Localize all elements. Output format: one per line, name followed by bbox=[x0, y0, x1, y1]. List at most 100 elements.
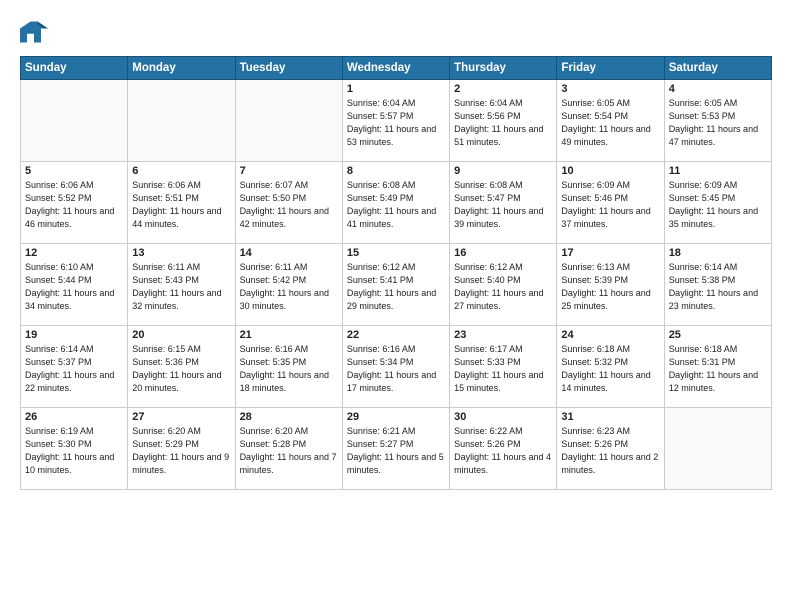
cell-details: Sunrise: 6:13 AM Sunset: 5:39 PM Daylight:… bbox=[561, 261, 659, 313]
calendar-cell: 18 Sunrise: 6:14 AMSunset: 5:38 PMDayligh… bbox=[664, 244, 771, 326]
sunrise-text: Sunrise: 6:20 AM bbox=[240, 426, 309, 436]
weekday-header: Sunday bbox=[21, 57, 128, 80]
sunset-text: Sunset: 5:37 PM bbox=[25, 357, 92, 367]
sunrise-text: Sunrise: 6:05 AM bbox=[669, 98, 738, 108]
daylight-text: Daylight: 11 hours and 35 minutes. bbox=[669, 206, 758, 229]
calendar-cell bbox=[664, 408, 771, 490]
cell-details: Sunrise: 6:11 AMSunset: 5:42 PMDaylight:… bbox=[240, 261, 338, 313]
calendar-cell: 8Sunrise: 6:08 AMSunset: 5:49 PMDaylight… bbox=[342, 162, 449, 244]
calendar-cell bbox=[128, 80, 235, 162]
calendar-cell: 4Sunrise: 6:05 AMSunset: 5:53 PMDaylight… bbox=[664, 80, 771, 162]
cell-details: Sunrise: 6:08 AMSunset: 5:47 PMDaylight:… bbox=[454, 179, 552, 231]
daylight-text: Daylight: 11 hours and 18 minutes. bbox=[240, 370, 329, 393]
daylight-text: Daylight: 11 hours and 7 minutes. bbox=[240, 452, 337, 475]
cell-details: Sunrise: 6:17 AMSunset: 5:33 PMDaylight:… bbox=[454, 343, 552, 395]
sunset-text: Sunset: 5:57 PM bbox=[347, 111, 414, 121]
calendar-cell: 11Sunrise: 6:09 AMSunset: 5:45 PMDayligh… bbox=[664, 162, 771, 244]
sunset-text: Sunset: 5:39 PM bbox=[561, 275, 628, 285]
calendar-cell: 14Sunrise: 6:11 AMSunset: 5:42 PMDayligh… bbox=[235, 244, 342, 326]
cell-details: Sunrise: 6:12 AM Sunset: 5:41 PM Daylight:… bbox=[347, 261, 445, 313]
day-number: 28 bbox=[240, 411, 338, 423]
cell-details: Sunrise: 6:06 AMSunset: 5:52 PMDaylight:… bbox=[25, 179, 123, 231]
calendar-table: SundayMondayTuesdayWednesdayThursdayFrid… bbox=[20, 56, 772, 490]
daylight-text: Daylight: 11 hours and 39 minutes. bbox=[454, 206, 543, 229]
day-number: 23 bbox=[454, 329, 552, 341]
daylight-text: Daylight: 11 hours and 29 minutes. bbox=[347, 288, 436, 311]
calendar-header-row: SundayMondayTuesdayWednesdayThursdayFrid… bbox=[21, 57, 772, 80]
daylight-text: Daylight: 11 hours and 42 minutes. bbox=[240, 206, 329, 229]
sunset-text: Sunset: 5:30 PM bbox=[25, 439, 92, 449]
header bbox=[20, 18, 772, 46]
daylight-text: Daylight: 11 hours and 34 minutes. bbox=[25, 288, 114, 311]
cell-details: Sunrise: 6:07 AMSunset: 5:50 PMDaylight:… bbox=[240, 179, 338, 231]
calendar-cell: 30Sunrise: 6:22 AMSunset: 5:26 PMDayligh… bbox=[450, 408, 557, 490]
day-number: 10 bbox=[561, 165, 659, 177]
daylight-text: Daylight: 11 hours and 25 minutes. bbox=[561, 288, 650, 311]
daylight-text: Daylight: 11 hours and 12 minutes. bbox=[669, 370, 758, 393]
cell-details: Sunrise: 6:23 AMSunset: 5:26 PMDaylight:… bbox=[561, 425, 659, 477]
daylight-text: Daylight: 11 hours and 32 minutes. bbox=[132, 288, 221, 311]
cell-details: Sunrise: 6:14 AMSunset: 5:37 PMDaylight:… bbox=[25, 343, 123, 395]
day-number: 22 bbox=[347, 329, 445, 341]
sunset-text: Sunset: 5:51 PM bbox=[132, 193, 199, 203]
day-number: 3 bbox=[561, 83, 659, 95]
calendar-cell: 28Sunrise: 6:20 AMSunset: 5:28 PMDayligh… bbox=[235, 408, 342, 490]
daylight-text: Daylight: 11 hours and 14 minutes. bbox=[561, 370, 650, 393]
day-number: 5 bbox=[25, 165, 123, 177]
calendar-cell: 29Sunrise: 6:21 AMSunset: 5:27 PMDayligh… bbox=[342, 408, 449, 490]
cell-details: Sunrise: 6:18 AMSunset: 5:32 PMDaylight:… bbox=[561, 343, 659, 395]
calendar-cell: 7Sunrise: 6:07 AMSunset: 5:50 PMDaylight… bbox=[235, 162, 342, 244]
cell-details: Sunrise: 6:16 AMSunset: 5:35 PMDaylight:… bbox=[240, 343, 338, 395]
calendar-cell: 13Sunrise: 6:11 AMSunset: 5:43 PMDayligh… bbox=[128, 244, 235, 326]
day-number: 19 bbox=[25, 329, 123, 341]
daylight-text: Daylight: 11 hours and 53 minutes. bbox=[347, 124, 436, 147]
calendar-cell: 16 Sunrise: 6:12 AMSunset: 5:40 PMDayligh… bbox=[450, 244, 557, 326]
sunrise-text: Sunrise: 6:22 AM bbox=[454, 426, 523, 436]
sunrise-text: Sunrise: 6:07 AM bbox=[240, 180, 309, 190]
calendar-cell: 21Sunrise: 6:16 AMSunset: 5:35 PMDayligh… bbox=[235, 326, 342, 408]
cell-details: Sunrise: 6:14 AMSunset: 5:38 PMDaylight:… bbox=[669, 261, 767, 313]
sunset-text: Sunset: 5:41 PM bbox=[347, 275, 414, 285]
day-number: 18 bbox=[669, 247, 767, 259]
calendar-cell: 15Sunrise: 6:12 AMSunset: 5:41 PMDayligh… bbox=[342, 244, 449, 326]
sunrise-text: Sunrise: 6:05 AM bbox=[561, 98, 630, 108]
sunset-text: Sunset: 5:53 PM bbox=[669, 111, 736, 121]
calendar-cell: 27Sunrise: 6:20 AMSunset: 5:29 PMDayligh… bbox=[128, 408, 235, 490]
daylight-text: Daylight: 11 hours and 47 minutes. bbox=[669, 124, 758, 147]
day-number: 13 bbox=[132, 247, 230, 259]
weekday-header: Saturday bbox=[664, 57, 771, 80]
sunrise-text: Sunrise: 6:08 AM bbox=[454, 180, 523, 190]
logo bbox=[20, 18, 52, 46]
calendar-week-row: 19 Sunrise: 6:14 AMSunset: 5:37 PMDayligh… bbox=[21, 326, 772, 408]
sunset-text: Sunset: 5:29 PM bbox=[132, 439, 199, 449]
sunrise-text: Sunrise: 6:09 AM bbox=[669, 180, 738, 190]
calendar-cell: 1Sunrise: 6:04 AMSunset: 5:57 PMDaylight… bbox=[342, 80, 449, 162]
cell-details: Sunrise: 6:05 AMSunset: 5:54 PMDaylight:… bbox=[561, 97, 659, 149]
cell-details: Sunrise: 6:05 AM Sunset: 5:53 PM Daylight:… bbox=[669, 97, 767, 149]
sunrise-text: Sunrise: 6:18 AM bbox=[561, 344, 630, 354]
day-number: 17 bbox=[561, 247, 659, 259]
day-number: 9 bbox=[454, 165, 552, 177]
day-number: 30 bbox=[454, 411, 552, 423]
cell-details: Sunrise: 6:09 AMSunset: 5:45 PMDaylight:… bbox=[669, 179, 767, 231]
calendar-cell: 23 Sunrise: 6:17 AMSunset: 5:33 PMDayligh… bbox=[450, 326, 557, 408]
daylight-text: Daylight: 11 hours and 5 minutes. bbox=[347, 452, 444, 475]
calendar-cell: 17 Sunrise: 6:13 AM Sunset: 5:39 PM Dayligh… bbox=[557, 244, 664, 326]
cell-details: Sunrise: 6:20 AMSunset: 5:29 PMDaylight:… bbox=[132, 425, 230, 477]
sunrise-text: Sunrise: 6:13 AM bbox=[561, 262, 630, 272]
weekday-header: Tuesday bbox=[235, 57, 342, 80]
daylight-text: Daylight: 11 hours and 10 minutes. bbox=[25, 452, 114, 475]
calendar-cell: 24 Sunrise: 6:18 AMSunset: 5:32 PMDayligh… bbox=[557, 326, 664, 408]
daylight-text: Daylight: 11 hours and 22 minutes. bbox=[25, 370, 114, 393]
day-number: 16 bbox=[454, 247, 552, 259]
sunset-text: Sunset: 5:34 PM bbox=[347, 357, 414, 367]
daylight-text: Daylight: 11 hours and 23 minutes. bbox=[669, 288, 758, 311]
cell-details: Sunrise: 6:12 AMSunset: 5:40 PMDaylight:… bbox=[454, 261, 552, 313]
sunset-text: Sunset: 5:46 PM bbox=[561, 193, 628, 203]
page: SundayMondayTuesdayWednesdayThursdayFrid… bbox=[0, 0, 792, 612]
day-number: 24 bbox=[561, 329, 659, 341]
cell-details: Sunrise: 6:04 AMSunset: 5:56 PMDaylight:… bbox=[454, 97, 552, 149]
sunrise-text: Sunrise: 6:19 AM bbox=[25, 426, 94, 436]
sunrise-text: Sunrise: 6:12 AM bbox=[347, 262, 416, 272]
cell-details: Sunrise: 6:19 AM Sunset: 5:30 PM Daylight:… bbox=[25, 425, 123, 477]
